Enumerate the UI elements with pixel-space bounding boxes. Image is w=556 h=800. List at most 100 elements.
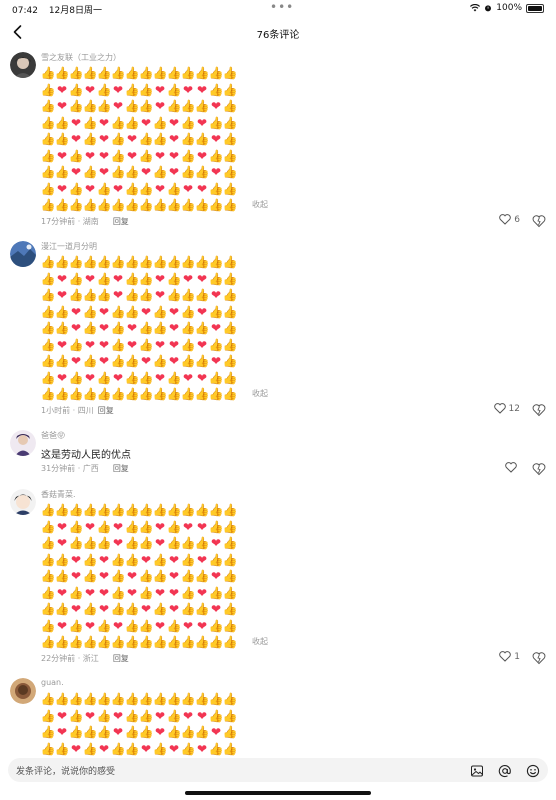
thumbs-up-emoji: 👍 bbox=[152, 255, 168, 269]
avatar[interactable] bbox=[10, 430, 36, 456]
thumbs-up-emoji: 👍 bbox=[110, 321, 126, 335]
comment-username[interactable]: 爸爸😝 bbox=[41, 430, 65, 441]
thumbs-up-emoji: 👍 bbox=[96, 387, 112, 401]
collapse-button[interactable]: 收起 bbox=[252, 636, 268, 647]
thumbs-up-emoji: 👍 bbox=[54, 255, 70, 269]
dislike-icon[interactable] bbox=[532, 403, 546, 417]
emoji-row: 👍 👍 ❤ 👍 ❤ 👍 ❤ 👍 👍 ❤ 👍 👍 ❤ 👍 bbox=[41, 320, 251, 337]
thumbs-up-emoji: 👍 bbox=[166, 181, 182, 196]
avatar[interactable] bbox=[10, 489, 36, 515]
like-button[interactable]: 12 bbox=[493, 403, 520, 414]
comment-time-location: 31分钟前 · 广西 bbox=[41, 464, 99, 473]
thumbs-up-emoji: 👍 bbox=[208, 198, 224, 212]
thumbs-up-emoji: 👍 bbox=[124, 115, 140, 130]
comment-username[interactable]: 雪之友联（工业之力） bbox=[41, 52, 121, 63]
thumbs-up-emoji: 👍 bbox=[96, 519, 112, 534]
thumbs-up-emoji: 👍 bbox=[222, 618, 238, 633]
thumbs-up-emoji: 👍 bbox=[208, 337, 224, 352]
avatar[interactable] bbox=[10, 241, 36, 267]
heart-emoji: ❤ bbox=[126, 585, 138, 600]
thumbs-up-emoji: 👍 bbox=[54, 503, 70, 517]
thumbs-up-emoji: 👍 bbox=[68, 271, 84, 286]
thumbs-up-emoji: 👍 bbox=[208, 181, 224, 196]
thumbs-up-emoji: 👍 bbox=[138, 519, 154, 534]
thumbs-up-emoji: 👍 bbox=[166, 635, 182, 649]
collapse-button[interactable]: 收起 bbox=[252, 388, 268, 399]
thumbs-up-emoji: 👍 bbox=[194, 288, 210, 302]
heart-emoji: ❤ bbox=[196, 304, 208, 319]
thumbs-up-emoji: 👍 bbox=[222, 741, 238, 756]
thumbs-up-emoji: 👍 bbox=[138, 148, 154, 163]
avatar[interactable] bbox=[10, 678, 36, 704]
thumbs-up-emoji: 👍 bbox=[138, 585, 154, 600]
thumbs-up-emoji: 👍 bbox=[166, 99, 182, 113]
dislike-icon[interactable] bbox=[532, 651, 546, 665]
heart-emoji: ❤ bbox=[210, 725, 222, 739]
thumbs-up-emoji: 👍 bbox=[180, 725, 196, 739]
comment-meta: 17分钟前 · 湖南 回复 bbox=[41, 216, 129, 227]
comments-page: 07:42 12月8日周一 ••• 100% 76条评论 雪之友联（工业之力） … bbox=[0, 0, 556, 800]
emoji-icon[interactable] bbox=[526, 764, 540, 778]
page-title: 76条评论 bbox=[256, 30, 300, 41]
thumbs-up-emoji: 👍 bbox=[208, 503, 224, 517]
reply-button[interactable]: 回复 bbox=[113, 217, 129, 226]
thumbs-up-emoji: 👍 bbox=[54, 321, 70, 335]
like-button[interactable]: 1 bbox=[499, 651, 520, 662]
emoji-row: 👍 ❤ 👍 ❤ ❤ 👍 ❤ 👍 ❤ ❤ 👍 ❤ 👍 👍 bbox=[41, 585, 251, 602]
thumbs-up-emoji: 👍 bbox=[166, 198, 182, 212]
reply-button[interactable]: 回复 bbox=[113, 654, 129, 663]
like-button[interactable] bbox=[505, 462, 520, 473]
emoji-row: 👍 ❤ 👍 ❤ 👍 ❤ 👍 👍 ❤ 👍 ❤ ❤ 👍 👍 bbox=[41, 519, 251, 536]
thumbs-up-emoji: 👍 bbox=[138, 503, 154, 517]
heart-emoji: ❤ bbox=[154, 337, 166, 352]
comment-input[interactable]: 发条评论，说说你的感受 bbox=[8, 758, 548, 782]
thumbs-up-emoji: 👍 bbox=[40, 519, 56, 534]
thumbs-up-emoji: 👍 bbox=[124, 99, 140, 113]
status-time: 07:42 bbox=[12, 6, 38, 16]
thumbs-up-emoji: 👍 bbox=[124, 602, 140, 616]
heart-emoji: ❤ bbox=[168, 132, 180, 146]
thumbs-up-emoji: 👍 bbox=[222, 148, 238, 163]
heart-emoji: ❤ bbox=[70, 569, 82, 583]
thumbs-up-emoji: 👍 bbox=[166, 536, 182, 550]
thumbs-up-emoji: 👍 bbox=[222, 602, 238, 616]
thumbs-up-emoji: 👍 bbox=[222, 99, 238, 113]
emoji-row: 👍 👍 ❤ 👍 ❤ 👍 👍 ❤ 👍 ❤ 👍 👍 ❤ 👍 bbox=[41, 353, 251, 370]
thumbs-up-emoji: 👍 bbox=[110, 66, 126, 80]
heart-emoji: ❤ bbox=[196, 115, 208, 130]
thumbs-up-emoji: 👍 bbox=[222, 370, 238, 385]
heart-emoji: ❤ bbox=[196, 519, 208, 534]
thumbs-up-emoji: 👍 bbox=[166, 692, 182, 706]
thumbs-up-emoji: 👍 bbox=[110, 255, 126, 269]
thumbs-up-emoji: 👍 bbox=[180, 585, 196, 600]
heart-emoji: ❤ bbox=[154, 536, 166, 550]
dislike-icon[interactable] bbox=[532, 214, 546, 228]
heart-emoji: ❤ bbox=[98, 569, 110, 583]
dislike-icon[interactable] bbox=[532, 462, 546, 476]
like-button[interactable]: 6 bbox=[499, 214, 520, 225]
multitask-dots[interactable]: ••• bbox=[270, 0, 294, 14]
heart-emoji: ❤ bbox=[140, 165, 152, 179]
reply-button[interactable]: 回复 bbox=[113, 464, 129, 473]
comment-username[interactable]: 香菇青菜. bbox=[41, 489, 76, 500]
heart-emoji: ❤ bbox=[98, 741, 110, 756]
thumbs-up-emoji: 👍 bbox=[138, 708, 154, 723]
home-indicator[interactable] bbox=[185, 791, 371, 795]
thumbs-up-emoji: 👍 bbox=[194, 692, 210, 706]
comment-username[interactable]: 漫江一道月分明 bbox=[41, 241, 97, 252]
at-icon[interactable] bbox=[498, 764, 512, 778]
avatar[interactable] bbox=[10, 52, 36, 78]
thumbs-up-emoji: 👍 bbox=[222, 725, 238, 739]
thumbs-up-emoji: 👍 bbox=[124, 708, 140, 723]
thumbs-up-emoji: 👍 bbox=[68, 99, 84, 113]
thumbs-up-emoji: 👍 bbox=[166, 708, 182, 723]
thumbs-up-emoji: 👍 bbox=[124, 370, 140, 385]
comment-username[interactable]: guan. bbox=[41, 678, 64, 687]
thumbs-up-emoji: 👍 bbox=[222, 354, 238, 368]
thumbs-up-emoji: 👍 bbox=[124, 536, 140, 550]
image-icon[interactable] bbox=[470, 764, 484, 778]
collapse-button[interactable]: 收起 bbox=[252, 199, 268, 210]
reply-button[interactable]: 回复 bbox=[98, 406, 114, 415]
thumbs-up-emoji: 👍 bbox=[110, 132, 126, 146]
thumbs-up-emoji: 👍 bbox=[40, 741, 56, 756]
